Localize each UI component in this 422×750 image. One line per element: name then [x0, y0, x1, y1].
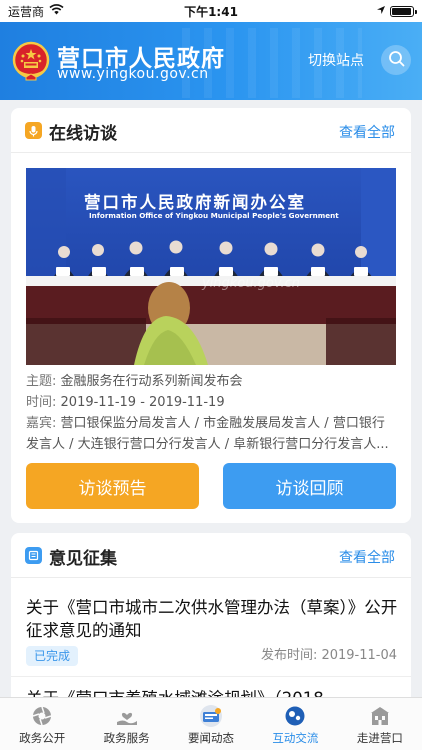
interview-time: 时间: 2019-11-19 - 2019-11-19	[26, 393, 398, 413]
clock: 下午1:41	[184, 4, 238, 19]
opinion-view-all-link[interactable]: 查看全部	[339, 547, 395, 567]
tab-interaction[interactable]: 互动交流	[253, 698, 337, 750]
topic-label: 主题:	[26, 374, 57, 389]
site-url: www.yingkou.gov.cn	[57, 66, 209, 82]
tab-label: 政务服务	[103, 731, 150, 745]
chat-icon	[282, 704, 308, 728]
interview-review-button[interactable]: 访谈回顾	[223, 463, 396, 509]
online-interview-card: 在线访谈 查看全部 营口市人民政府新闻办公室 Information Offic…	[11, 108, 411, 523]
publish-date: 发布时间: 2019-11-04	[260, 648, 397, 663]
tab-label: 政务公开	[19, 731, 66, 745]
hand-heart-icon	[114, 704, 140, 728]
battery-level	[392, 7, 411, 15]
aperture-icon	[29, 704, 55, 728]
opinion-item-title[interactable]: 关于《营口市城市二次供水管理办法（草案）》公开征求意见的通知	[26, 596, 398, 642]
opinion-section-title: 意见征集	[49, 549, 117, 569]
microphone-icon	[25, 122, 42, 139]
wifi-icon	[49, 4, 64, 18]
guests-label: 嘉宾:	[26, 416, 57, 431]
status-bar: 运营商 下午1:41	[0, 0, 422, 22]
status-badge: 已完成	[26, 646, 79, 666]
location-arrow-icon	[376, 4, 386, 18]
time-label: 时间:	[26, 395, 57, 410]
battery-icon	[390, 5, 417, 17]
opinion-section-header: 意见征集 查看全部	[11, 533, 411, 578]
building-icon	[367, 704, 393, 728]
tab-news[interactable]: 要闻动态	[169, 698, 253, 750]
bottom-tab-bar: 政务公开 政务服务 要闻动态 互动交流 走进营口	[0, 697, 422, 750]
news-icon	[198, 704, 224, 728]
section-divider	[11, 152, 411, 153]
national-emblem-icon	[12, 41, 50, 81]
tab-label: 走进营口	[356, 731, 403, 745]
document-icon	[25, 547, 42, 564]
carrier-label: 运营商	[8, 4, 45, 19]
interview-topic: 主题: 金融服务在行动系列新闻发布会	[26, 372, 398, 392]
list-divider	[11, 676, 411, 677]
photo-banner-en: Information Office of Yingkou Municipal …	[89, 211, 339, 220]
time-value: 2019-11-19 - 2019-11-19	[60, 395, 225, 410]
tab-about-yingkou[interactable]: 走进营口	[338, 698, 422, 750]
tab-government-affairs[interactable]: 政务公开	[0, 698, 84, 750]
interview-view-all-link[interactable]: 查看全部	[339, 122, 395, 142]
guests-value-line1: 营口银保监分局发言人 / 市金融发展局发言人 / 营口银行	[60, 416, 385, 431]
interview-guests: 嘉宾: 营口银保监分局发言人 / 市金融发展局发言人 / 营口银行	[26, 414, 398, 434]
tab-label: 要闻动态	[188, 731, 235, 745]
interview-preview-button[interactable]: 访谈预告	[26, 463, 199, 509]
search-button[interactable]	[381, 45, 411, 75]
app-header: 营口市人民政府 www.yingkou.gov.cn 切换站点	[0, 22, 422, 100]
interview-guests-continued: 发言人 / 大连银行营口分行发言人 / 阜新银行营口分行发言人...	[26, 435, 398, 455]
search-icon	[388, 50, 405, 71]
topic-value: 金融服务在行动系列新闻发布会	[60, 374, 243, 389]
tab-government-services[interactable]: 政务服务	[84, 698, 168, 750]
guests-value-line2: 发言人 / 大连银行营口分行发言人 / 阜新银行营口分行发言人...	[26, 437, 389, 452]
tab-label: 互动交流	[272, 731, 319, 745]
photo-banner-cn: 营口市人民政府新闻办公室	[84, 193, 306, 212]
interview-photo[interactable]: 营口市人民政府新闻办公室 Information Office of Yingk…	[26, 168, 396, 365]
interview-section-title: 在线访谈	[49, 124, 117, 144]
section-divider	[11, 577, 411, 578]
interview-section-header: 在线访谈 查看全部	[11, 108, 411, 153]
switch-site-button[interactable]: 切换站点	[308, 50, 364, 70]
photo-watermark: yingkou.gov.cn	[202, 276, 301, 291]
